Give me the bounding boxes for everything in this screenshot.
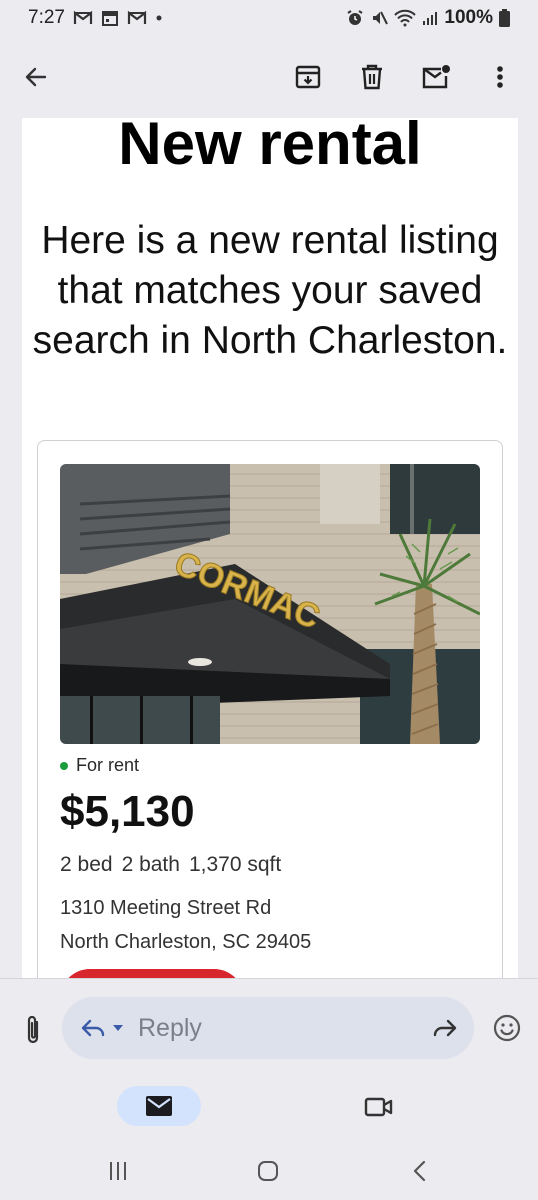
- nav-meet-tab[interactable]: [362, 1092, 396, 1122]
- mute-icon: [370, 9, 389, 27]
- emoji-icon: [493, 1014, 521, 1042]
- listing-address-line2: North Charleston, SC 29405: [60, 931, 312, 953]
- listing-status-label: For rent: [76, 755, 140, 775]
- wifi-icon: [394, 9, 417, 27]
- notification-dot-icon: [155, 14, 163, 22]
- forward-button[interactable]: [432, 1017, 458, 1039]
- home-button[interactable]: [250, 1156, 286, 1186]
- listing-beds: 2 bed: [60, 853, 113, 876]
- listing-card[interactable]: CORMAC For rent $5,130 2 bed 2 bath 1,37…: [37, 440, 503, 978]
- recents-icon: [110, 1162, 126, 1180]
- mail-icon: [146, 1096, 172, 1116]
- bottom-nav: [0, 1074, 538, 1144]
- status-dot-icon: [60, 761, 68, 770]
- listing-status: For rent: [60, 755, 139, 776]
- attach-button[interactable]: [18, 1013, 48, 1047]
- more-vertical-icon: [497, 66, 503, 88]
- reply-icon: [81, 1019, 105, 1037]
- mark-unread-icon: [422, 65, 450, 89]
- forward-icon: [433, 1019, 457, 1037]
- back-icon: [413, 1160, 426, 1182]
- listing-address-line1: 1310 Meeting Street Rd: [60, 897, 272, 919]
- system-back-button[interactable]: [402, 1156, 438, 1186]
- calendar-icon: [101, 9, 119, 27]
- reply-type-selector[interactable]: [80, 1017, 124, 1039]
- email-headline: New rental: [118, 118, 422, 177]
- listing-facts: 2 bed 2 bath 1,370 sqft: [60, 853, 281, 877]
- gmail-icon: [127, 10, 147, 26]
- archive-icon: [295, 65, 321, 89]
- attachment-icon: [27, 1015, 39, 1044]
- mark-unread-button[interactable]: [416, 57, 456, 97]
- status-right: 100%: [346, 7, 510, 29]
- app-bar-actions: [288, 57, 520, 97]
- status-bar: 7:27 100%: [0, 0, 538, 36]
- reply-placeholder: Reply: [138, 1013, 202, 1042]
- listing-sqft: 1,370 sqft: [188, 853, 282, 876]
- system-nav-bar: [0, 1144, 538, 1200]
- reply-field[interactable]: Reply: [62, 997, 474, 1059]
- app-bar: [0, 36, 538, 118]
- email-intro: Here is a new rental listing that matche…: [32, 219, 508, 362]
- recents-button[interactable]: [100, 1156, 136, 1186]
- gmail-icon: [73, 10, 93, 26]
- listing-photo[interactable]: CORMAC: [60, 464, 480, 744]
- listing-price: $5,130: [60, 787, 195, 836]
- battery-percent: 100%: [444, 7, 493, 28]
- archive-button[interactable]: [288, 57, 328, 97]
- reply-area: Reply: [0, 978, 538, 1074]
- home-icon: [258, 1161, 278, 1181]
- listing-baths: 2 bath: [121, 853, 180, 876]
- emoji-button[interactable]: [492, 1013, 522, 1043]
- email-body: New rental Here is a new rental listing …: [22, 118, 518, 978]
- listing-cta-button[interactable]: [60, 969, 244, 978]
- alarm-icon: [346, 9, 364, 27]
- arrow-left-icon: [25, 67, 47, 87]
- more-options-button[interactable]: [480, 57, 520, 97]
- back-button[interactable]: [14, 55, 58, 99]
- dropdown-icon: [113, 1025, 123, 1031]
- clock: 7:27: [28, 7, 65, 28]
- video-icon: [364, 1097, 393, 1117]
- nav-mail-tab[interactable]: [117, 1086, 201, 1126]
- building-image: CORMAC: [60, 464, 480, 744]
- delete-button[interactable]: [352, 57, 392, 97]
- status-left: 7:27: [28, 7, 163, 29]
- delete-icon: [362, 64, 382, 90]
- battery-icon: [499, 9, 510, 27]
- signal-icon: [422, 10, 438, 26]
